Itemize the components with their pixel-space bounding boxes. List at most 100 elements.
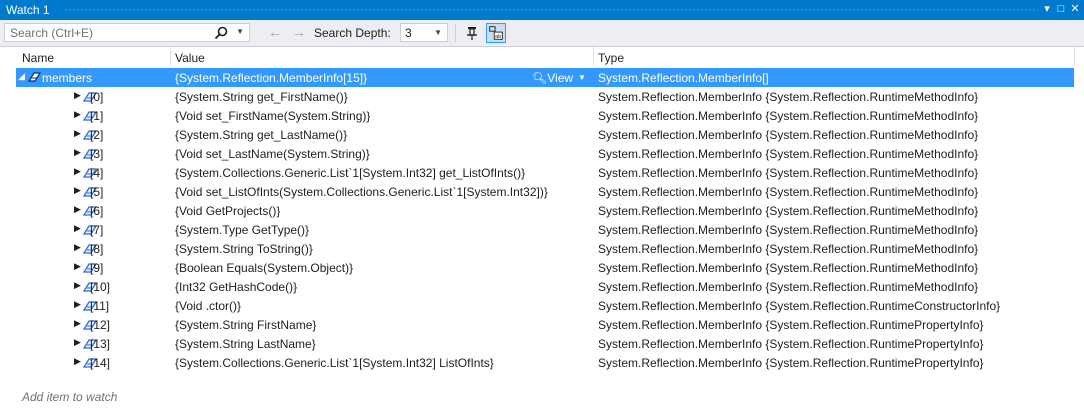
row-name: [1]: [90, 109, 104, 123]
table-row[interactable]: ▶ [10] {Int32 GetHashCode()} System.Refl…: [0, 277, 1084, 296]
row-type: System.Reflection.MemberInfo {System.Ref…: [598, 185, 979, 199]
visualizer-view-button[interactable]: 🔍︎View: [532, 71, 573, 85]
table-row[interactable]: ▶ [4] {System.Collections.Generic.List`1…: [0, 163, 1084, 182]
row-value[interactable]: {System.Collections.Generic.List`1[Syste…: [175, 166, 525, 180]
toolbar-divider: [455, 24, 456, 42]
table-row[interactable]: ▶ [5] {Void set_ListOfInts(System.Collec…: [0, 182, 1084, 201]
row-name: [12]: [90, 318, 111, 332]
table-row[interactable]: ▶ [3] {Void set_LastName(System.String)}…: [0, 144, 1084, 163]
column-resize-handle[interactable]: [170, 47, 171, 66]
title-bar[interactable]: Watch 1 ▾ □ ✕: [0, 0, 1084, 20]
row-name: [2]: [90, 128, 104, 142]
row-name: [5]: [90, 185, 104, 199]
expand-triangle-icon[interactable]: ▶: [74, 128, 81, 139]
row-value[interactable]: {System.String LastName}: [175, 337, 316, 351]
add-item-to-watch[interactable]: Add item to watch: [22, 390, 117, 404]
search-input[interactable]: Search (Ctrl+E) ▼: [4, 23, 250, 42]
row-type: System.Reflection.MemberInfo {System.Ref…: [598, 242, 979, 256]
table-row[interactable]: ▶ [14] {System.Collections.Generic.List`…: [0, 353, 1084, 372]
magnifier-icon: 🔍︎: [532, 71, 548, 85]
column-resize-handle[interactable]: [1074, 47, 1075, 66]
row-type: System.Reflection.MemberInfo[]: [598, 71, 769, 85]
search-options-chevron-down-icon[interactable]: ▼: [236, 27, 244, 36]
column-header-name[interactable]: Name: [22, 51, 54, 65]
expand-triangle-icon[interactable]: ▶: [74, 223, 81, 234]
row-value[interactable]: {Boolean Equals(System.Object)}: [175, 261, 353, 275]
row-type: System.Reflection.MemberInfo {System.Ref…: [598, 299, 1001, 313]
row-name: [11]: [90, 299, 110, 313]
expand-triangle-icon[interactable]: ▶: [74, 280, 81, 291]
column-resize-handle[interactable]: [593, 47, 594, 66]
visualizer-dropdown-icon[interactable]: ▼: [578, 73, 586, 82]
column-headers: Name Value Type: [0, 47, 1084, 66]
table-row[interactable]: ▶ [0] {System.String get_FirstName()} Sy…: [0, 87, 1084, 106]
expand-triangle-icon[interactable]: ▶: [74, 337, 81, 348]
close-icon[interactable]: ✕: [1068, 1, 1082, 18]
row-name: [7]: [90, 223, 104, 237]
table-row[interactable]: ▶ [1] {Void set_FirstName(System.String)…: [0, 106, 1084, 125]
expand-triangle-icon[interactable]: ▶: [74, 318, 81, 329]
pin-icon[interactable]: [462, 23, 482, 43]
expand-triangle-icon[interactable]: ▶: [74, 185, 81, 196]
table-row-members[interactable]: ◢ members {System.Reflection.MemberInfo[…: [0, 68, 1084, 87]
row-type: System.Reflection.MemberInfo {System.Ref…: [598, 128, 979, 142]
table-row[interactable]: ▶ [12] {System.String FirstName} System.…: [0, 315, 1084, 334]
row-value[interactable]: {System.String ToString()}: [175, 242, 313, 256]
search-icon[interactable]: [213, 25, 229, 41]
row-value[interactable]: {Void set_FirstName(System.String)}: [175, 109, 370, 123]
expand-triangle-icon[interactable]: ▶: [74, 166, 81, 177]
back-arrow-icon[interactable]: ←: [268, 24, 282, 40]
expand-triangle-icon[interactable]: ▶: [74, 90, 81, 101]
search-depth-select[interactable]: 3 ▼: [400, 23, 448, 42]
row-value[interactable]: {System.String get_LastName()}: [175, 128, 347, 142]
row-name: [8]: [90, 242, 104, 256]
expand-triangle-icon[interactable]: ▶: [74, 242, 81, 253]
toolbar: Search (Ctrl+E) ▼ ← → Search Depth: 3 ▼ …: [0, 20, 1084, 47]
row-value[interactable]: {System.String get_FirstName()}: [175, 90, 348, 104]
row-value[interactable]: {System.Type GetType()}: [175, 223, 309, 237]
expand-triangle-icon[interactable]: ▶: [74, 109, 81, 120]
hex-view-icon[interactable]: ab: [486, 23, 506, 43]
row-name: [13]: [90, 337, 111, 351]
column-header-value[interactable]: Value: [175, 51, 205, 65]
row-type: System.Reflection.MemberInfo {System.Ref…: [598, 337, 984, 351]
row-value[interactable]: {Void set_ListOfInts(System.Collections.…: [175, 185, 548, 199]
table-row[interactable]: ▶ [2] {System.String get_LastName()} Sys…: [0, 125, 1084, 144]
search-placeholder: Search (Ctrl+E): [10, 26, 94, 40]
table-row[interactable]: ▶ [9] {Boolean Equals(System.Object)} Sy…: [0, 258, 1084, 277]
window-menu-dropdown-icon[interactable]: ▾: [1040, 1, 1054, 18]
row-type: System.Reflection.MemberInfo {System.Ref…: [598, 204, 979, 218]
table-row[interactable]: ▶ [6] {Void GetProjects()} System.Reflec…: [0, 201, 1084, 220]
column-header-type[interactable]: Type: [598, 51, 624, 65]
forward-arrow-icon[interactable]: →: [292, 24, 306, 40]
table-row[interactable]: ▶ [8] {System.String ToString()} System.…: [0, 239, 1084, 258]
watch-window: Watch 1 ▾ □ ✕ Search (Ctrl+E) ▼ ← → Sear…: [0, 0, 1084, 410]
collapse-triangle-icon[interactable]: ◢: [18, 71, 25, 82]
row-name: [0]: [90, 90, 104, 104]
row-name: members: [42, 71, 93, 85]
row-value[interactable]: {System.String FirstName}: [175, 318, 316, 332]
expand-triangle-icon[interactable]: ▶: [74, 356, 81, 367]
row-value[interactable]: {Void .ctor()}: [175, 299, 241, 313]
table-row[interactable]: ▶ [11] {Void .ctor()} System.Reflection.…: [0, 296, 1084, 315]
row-type: System.Reflection.MemberInfo {System.Ref…: [598, 223, 979, 237]
expand-triangle-icon[interactable]: ▶: [74, 204, 81, 215]
row-type: System.Reflection.MemberInfo {System.Ref…: [598, 280, 979, 294]
row-type: System.Reflection.MemberInfo {System.Ref…: [598, 261, 979, 275]
view-label: View: [547, 71, 574, 85]
expand-triangle-icon[interactable]: ▶: [74, 299, 81, 310]
row-value[interactable]: {System.Reflection.MemberInfo[15]}: [175, 71, 367, 85]
expand-triangle-icon[interactable]: ▶: [74, 147, 81, 158]
maximize-icon[interactable]: □: [1054, 1, 1068, 18]
table-row[interactable]: ▶ [13] {System.String LastName} System.R…: [0, 334, 1084, 353]
row-name: [10]: [90, 280, 111, 294]
row-name: [4]: [90, 166, 104, 180]
row-value[interactable]: {Void GetProjects()}: [175, 204, 280, 218]
row-value[interactable]: {Void set_LastName(System.String)}: [175, 147, 370, 161]
row-value[interactable]: {System.Collections.Generic.List`1[Syste…: [175, 356, 494, 370]
row-value[interactable]: {Int32 GetHashCode()}: [175, 280, 297, 294]
search-depth-label: Search Depth:: [314, 26, 391, 40]
expand-triangle-icon[interactable]: ▶: [74, 261, 81, 272]
drag-grip[interactable]: [64, 8, 1038, 12]
table-row[interactable]: ▶ [7] {System.Type GetType()} System.Ref…: [0, 220, 1084, 239]
